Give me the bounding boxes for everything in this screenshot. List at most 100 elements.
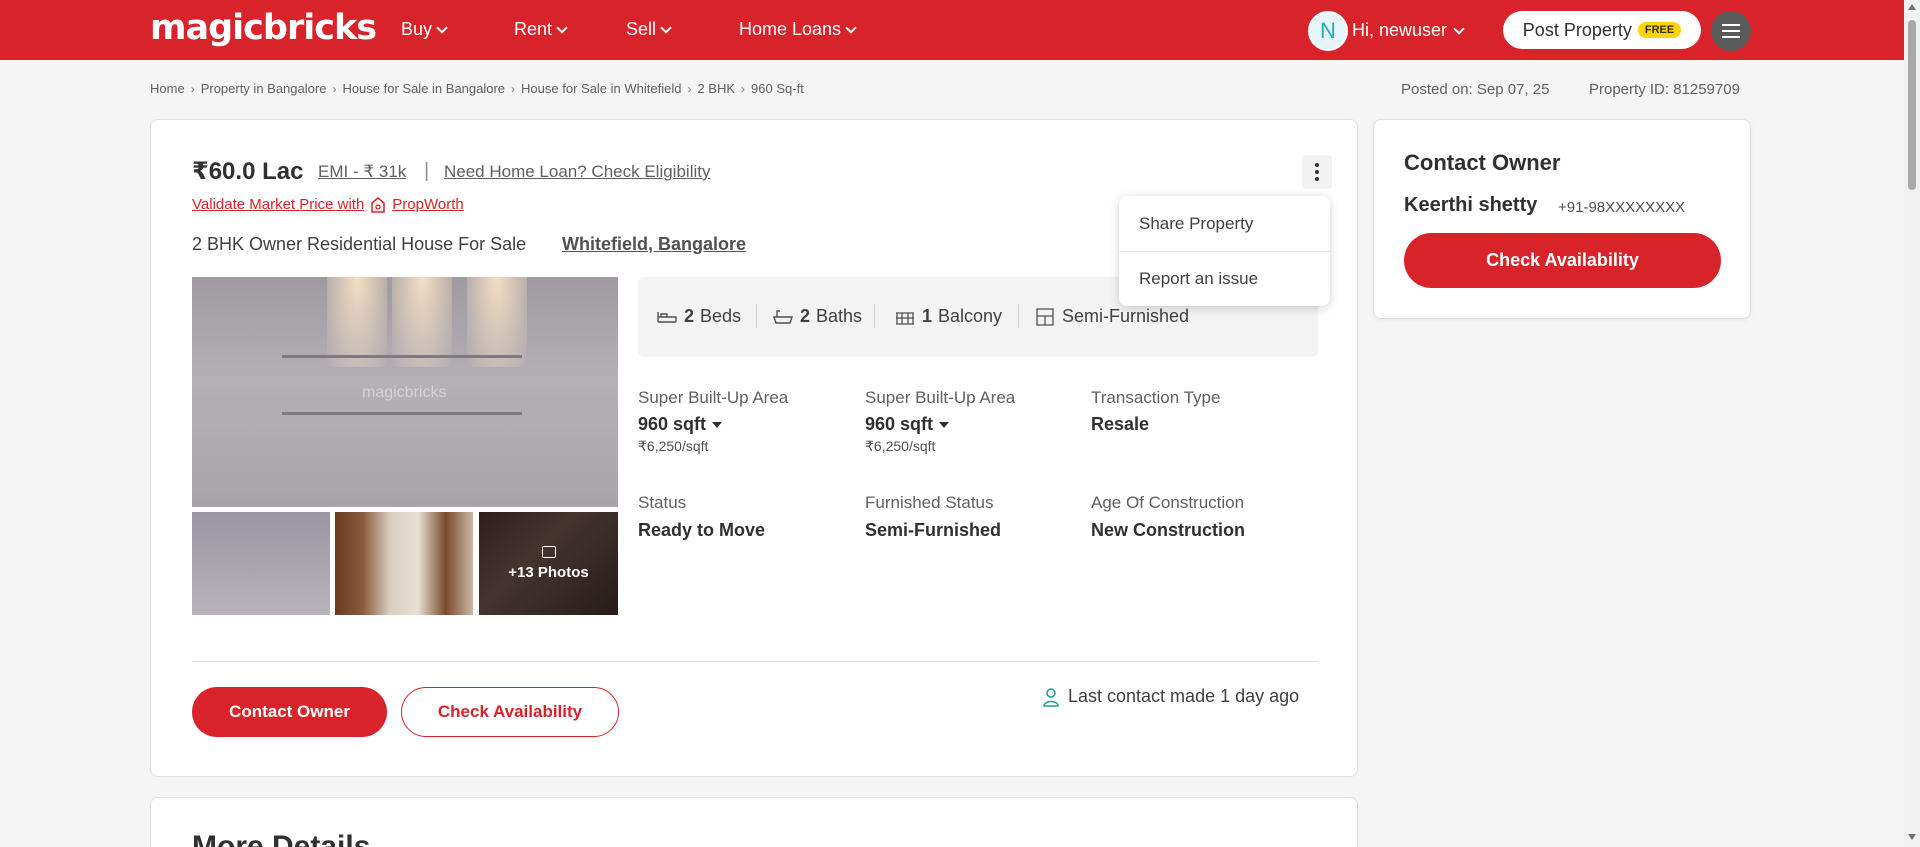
user-icon [1043, 687, 1059, 707]
dot [1315, 163, 1319, 167]
scrollbar-thumb[interactable] [1908, 20, 1916, 190]
nav-buy-label: Buy [401, 19, 433, 39]
photo-count: +13 Photos [508, 564, 589, 581]
nav-sell[interactable]: Sell [626, 19, 672, 40]
magicbricks-logo[interactable]: magicbricks [150, 8, 377, 48]
price-separator: | [424, 160, 430, 182]
owner-name: Keerthi shetty [1404, 194, 1538, 216]
price-per-sqft: ₹6,250/sqft [638, 438, 709, 454]
dot [1315, 170, 1319, 174]
balcony-count: 1 [922, 306, 933, 326]
posted-on: Posted on: Sep 07, 25 [1401, 81, 1550, 98]
breadcrumb-separator: › [687, 81, 692, 96]
nav-rent[interactable]: Rent [514, 19, 568, 40]
contact-owner-button[interactable]: Contact Owner [192, 687, 387, 737]
balcony-label: Balcony [938, 306, 1003, 326]
caret-down-icon [712, 421, 723, 428]
breadcrumb-property-in-bangalore[interactable]: Property in Bangalore [201, 81, 327, 96]
hamburger-line [1722, 36, 1740, 38]
photo-watermark: magicbricks [362, 384, 447, 401]
chevron-down-icon [845, 21, 857, 34]
ceiling-light [467, 277, 527, 367]
nav-home-loans-label: Home Loans [739, 19, 842, 39]
beds-label: Beds [700, 306, 742, 326]
photo-thumbnail[interactable] [192, 512, 330, 615]
check-availability-button[interactable]: Check Availability [401, 687, 619, 737]
post-property-button[interactable]: Post Property FREE [1503, 11, 1701, 49]
emi-link[interactable]: EMI - ₹ 31k [318, 162, 406, 182]
hamburger-line [1722, 30, 1740, 32]
detail-label: Super Built-Up Area [638, 388, 789, 407]
chevron-down-icon [1453, 22, 1465, 35]
area-selector[interactable]: 960 sqft [865, 414, 950, 435]
photo-thumbnail[interactable] [335, 512, 473, 615]
breadcrumb-960-sqft: 960 Sq-ft [751, 81, 804, 96]
scroll-up-arrow-icon[interactable] [1908, 4, 1916, 10]
breadcrumb-separator: › [332, 81, 337, 96]
chevron-down-icon [660, 21, 672, 34]
home-loan-eligibility-link[interactable]: Need Home Loan? Check Eligibility [444, 162, 710, 182]
feature-beds: 2 Beds [656, 306, 741, 327]
breadcrumb-house-sale-whitefield[interactable]: House for Sale in Whitefield [521, 81, 681, 96]
share-property-option[interactable]: Share Property [1119, 196, 1330, 251]
more-photos-thumbnail[interactable]: +13 Photos [479, 512, 618, 615]
validate-price-label: Validate Market Price with [192, 196, 365, 213]
last-contact-text: Last contact made 1 day ago [1068, 686, 1300, 706]
property-id: Property ID: 81259709 [1589, 81, 1740, 98]
report-issue-option[interactable]: Report an issue [1119, 251, 1330, 306]
baths-count: 2 [800, 306, 811, 326]
user-menu[interactable]: Hi, newuser [1352, 20, 1465, 41]
last-contact-info: Last contact made 1 day ago [1042, 686, 1299, 707]
bath-icon [773, 309, 793, 324]
breadcrumb-house-sale-bangalore[interactable]: House for Sale in Bangalore [342, 81, 505, 96]
user-avatar[interactable]: N [1308, 11, 1348, 51]
caret-down-icon [939, 421, 950, 428]
more-options-button[interactable] [1302, 155, 1332, 189]
feature-furnishing: Semi-Furnished [1034, 306, 1189, 327]
breadcrumb: Home › Property in Bangalore › House for… [150, 81, 804, 96]
page-scrollbar[interactable] [1904, 0, 1920, 847]
property-card: ₹60.0 Lac EMI - ₹ 31k | Need Home Loan? … [150, 119, 1358, 777]
chevron-down-icon [436, 21, 448, 34]
feature-divider [874, 304, 875, 328]
ceiling-light [392, 277, 452, 367]
hamburger-menu-button[interactable] [1711, 11, 1751, 51]
detail-label: Furnished Status [865, 493, 994, 512]
feature-divider [1018, 304, 1019, 328]
detail-value: New Construction [1091, 520, 1246, 540]
detail-label: Super Built-Up Area [865, 388, 1016, 407]
detail-value: Resale [1091, 414, 1150, 434]
nav-buy[interactable]: Buy [401, 19, 448, 40]
detail-value: 960 sqft [865, 414, 934, 434]
bed-icon [657, 311, 677, 323]
property-main-photo[interactable]: magicbricks [192, 277, 618, 507]
nav-home-loans[interactable]: Home Loans [739, 19, 857, 40]
nav-sell-label: Sell [626, 19, 657, 39]
propworth-icon [371, 196, 386, 213]
area-selector[interactable]: 960 sqft [638, 414, 723, 435]
price-per-sqft: ₹6,250/sqft [865, 438, 936, 454]
furnishing-label: Semi-Furnished [1062, 306, 1190, 326]
breadcrumb-2bhk[interactable]: 2 BHK [697, 81, 735, 96]
propworth-label: PropWorth [392, 196, 464, 213]
property-location-link[interactable]: Whitefield, Bangalore [562, 234, 746, 255]
scroll-down-arrow-icon[interactable] [1908, 834, 1916, 840]
ceiling-light [327, 277, 387, 367]
nav-rent-label: Rent [514, 19, 553, 39]
more-details-title: More Details [192, 830, 371, 847]
feature-divider [756, 304, 757, 328]
validate-market-price-link[interactable]: Validate Market Price with PropWorth [192, 196, 464, 213]
breadcrumb-home[interactable]: Home [150, 81, 185, 96]
options-dropdown: Share Property Report an issue [1119, 196, 1330, 306]
hamburger-line [1722, 24, 1740, 26]
detail-value: 960 sqft [638, 414, 707, 434]
feature-baths: 2 Baths [772, 306, 862, 327]
gallery-icon [541, 546, 556, 558]
breadcrumb-separator: › [190, 81, 195, 96]
top-header: magicbricks Buy Rent Sell Home Loans N H… [0, 0, 1920, 60]
detail-label: Status [638, 493, 687, 512]
owner-phone: +91-98XXXXXXXX [1558, 199, 1686, 216]
section-divider [192, 661, 1318, 662]
side-check-availability-button[interactable]: Check Availability [1404, 233, 1721, 288]
baths-label: Baths [816, 306, 863, 326]
